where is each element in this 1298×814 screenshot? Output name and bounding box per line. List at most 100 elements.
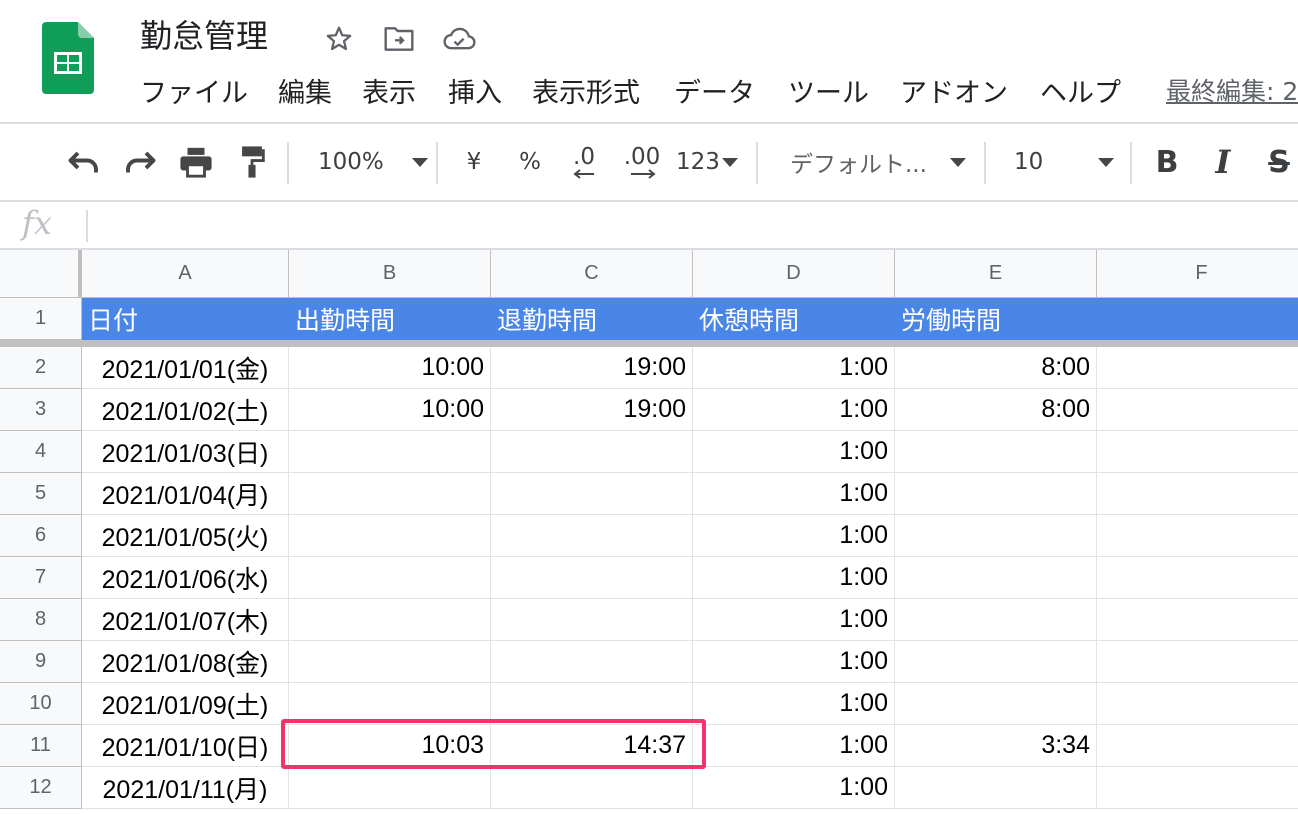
row-header-5[interactable]: 5	[0, 473, 82, 515]
column-header-e[interactable]: E	[895, 250, 1097, 298]
cell-f5[interactable]	[1097, 473, 1298, 515]
cell-c3[interactable]: 19:00	[491, 389, 693, 431]
cell-a2[interactable]: 2021/01/01(金)	[82, 347, 289, 389]
cell-a10[interactable]: 2021/01/09(土)	[82, 683, 289, 725]
select-all-corner[interactable]	[0, 250, 82, 298]
cell-d3[interactable]: 1:00	[693, 389, 895, 431]
row-header-8[interactable]: 8	[0, 599, 82, 641]
star-icon[interactable]	[322, 22, 356, 56]
row-header-4[interactable]: 4	[0, 431, 82, 473]
cell-e5[interactable]	[895, 473, 1097, 515]
cell-c9[interactable]	[491, 641, 693, 683]
header-cell-b[interactable]: 出勤時間	[289, 298, 491, 340]
row-header-11[interactable]: 11	[0, 725, 82, 767]
cell-d8[interactable]: 1:00	[693, 599, 895, 641]
header-cell-d[interactable]: 休憩時間	[693, 298, 895, 340]
last-edit-link[interactable]: 最終編集: 2	[1166, 72, 1298, 112]
currency-format-button[interactable]: ¥	[462, 142, 486, 182]
cell-e7[interactable]	[895, 557, 1097, 599]
cell-d7[interactable]: 1:00	[693, 557, 895, 599]
cell-f11[interactable]	[1097, 725, 1298, 767]
menu-tools[interactable]: ツール	[788, 72, 869, 116]
column-header-c[interactable]: C	[491, 250, 693, 298]
cell-e4[interactable]	[895, 431, 1097, 473]
percent-format-button[interactable]: %	[516, 142, 544, 182]
cell-a6[interactable]: 2021/01/05(火)	[82, 515, 289, 557]
cell-f10[interactable]	[1097, 683, 1298, 725]
menu-format[interactable]: 表示形式	[532, 72, 640, 116]
column-header-b[interactable]: B	[289, 250, 491, 298]
cell-e10[interactable]	[895, 683, 1097, 725]
cell-b6[interactable]	[289, 515, 491, 557]
cell-c8[interactable]	[491, 599, 693, 641]
font-family-select[interactable]: デフォルト...	[790, 142, 966, 182]
cell-f8[interactable]	[1097, 599, 1298, 641]
cell-f4[interactable]	[1097, 431, 1298, 473]
cell-e6[interactable]	[895, 515, 1097, 557]
menu-edit[interactable]: 編集	[278, 72, 332, 116]
cell-c6[interactable]	[491, 515, 693, 557]
cell-a4[interactable]: 2021/01/03(日)	[82, 431, 289, 473]
cell-b9[interactable]	[289, 641, 491, 683]
cell-d12[interactable]: 1:00	[693, 767, 895, 809]
decrease-decimal-button[interactable]: .0	[566, 142, 602, 182]
cell-a9[interactable]: 2021/01/08(金)	[82, 641, 289, 683]
cell-d5[interactable]: 1:00	[693, 473, 895, 515]
freeze-handle-horizontal[interactable]	[0, 340, 1298, 347]
menu-insert[interactable]: 挿入	[448, 72, 502, 116]
header-cell-c[interactable]: 退勤時間	[491, 298, 693, 340]
cell-b8[interactable]	[289, 599, 491, 641]
cell-f7[interactable]	[1097, 557, 1298, 599]
cell-b12[interactable]	[289, 767, 491, 809]
cell-f2[interactable]	[1097, 347, 1298, 389]
cell-c2[interactable]: 19:00	[491, 347, 693, 389]
row-header-6[interactable]: 6	[0, 515, 82, 557]
italic-button[interactable]: I	[1208, 142, 1238, 182]
cell-b4[interactable]	[289, 431, 491, 473]
cell-a8[interactable]: 2021/01/07(木)	[82, 599, 289, 641]
row-header-9[interactable]: 9	[0, 641, 82, 683]
cell-f3[interactable]	[1097, 389, 1298, 431]
cell-b3[interactable]: 10:00	[289, 389, 491, 431]
cell-d10[interactable]: 1:00	[693, 683, 895, 725]
cell-a7[interactable]: 2021/01/06(水)	[82, 557, 289, 599]
cell-c4[interactable]	[491, 431, 693, 473]
column-header-d[interactable]: D	[693, 250, 895, 298]
undo-button[interactable]	[64, 142, 104, 182]
header-cell-f[interactable]	[1097, 298, 1298, 340]
column-header-f[interactable]: F	[1097, 250, 1298, 298]
cell-a3[interactable]: 2021/01/02(土)	[82, 389, 289, 431]
menu-file[interactable]: ファイル	[140, 72, 248, 116]
bold-button[interactable]: B	[1152, 142, 1182, 182]
cloud-saved-icon[interactable]	[442, 22, 476, 56]
cell-a11[interactable]: 2021/01/10(日)	[82, 725, 289, 767]
row-header-1[interactable]: 1	[0, 298, 82, 340]
cell-b5[interactable]	[289, 473, 491, 515]
document-title[interactable]: 勤怠管理	[140, 14, 268, 58]
cell-f9[interactable]	[1097, 641, 1298, 683]
cell-d4[interactable]: 1:00	[693, 431, 895, 473]
cell-e9[interactable]	[895, 641, 1097, 683]
menu-view[interactable]: 表示	[362, 72, 416, 116]
cell-f6[interactable]	[1097, 515, 1298, 557]
cell-d6[interactable]: 1:00	[693, 515, 895, 557]
cell-c7[interactable]	[491, 557, 693, 599]
cell-b2[interactable]: 10:00	[289, 347, 491, 389]
font-size-select[interactable]: 10	[1014, 142, 1114, 182]
move-to-folder-icon[interactable]	[382, 22, 416, 56]
row-header-7[interactable]: 7	[0, 557, 82, 599]
cell-d11[interactable]: 1:00	[693, 725, 895, 767]
print-button[interactable]	[176, 142, 216, 182]
row-header-12[interactable]: 12	[0, 767, 82, 809]
cell-e12[interactable]	[895, 767, 1097, 809]
cell-e8[interactable]	[895, 599, 1097, 641]
redo-button[interactable]	[120, 142, 160, 182]
increase-decimal-button[interactable]: .00	[620, 142, 664, 182]
menu-addons[interactable]: アドオン	[900, 72, 1008, 116]
cell-e3[interactable]: 8:00	[895, 389, 1097, 431]
zoom-select[interactable]: 100%	[318, 142, 428, 182]
row-header-10[interactable]: 10	[0, 683, 82, 725]
paint-format-button[interactable]	[232, 142, 272, 182]
cell-f12[interactable]	[1097, 767, 1298, 809]
cell-d2[interactable]: 1:00	[693, 347, 895, 389]
